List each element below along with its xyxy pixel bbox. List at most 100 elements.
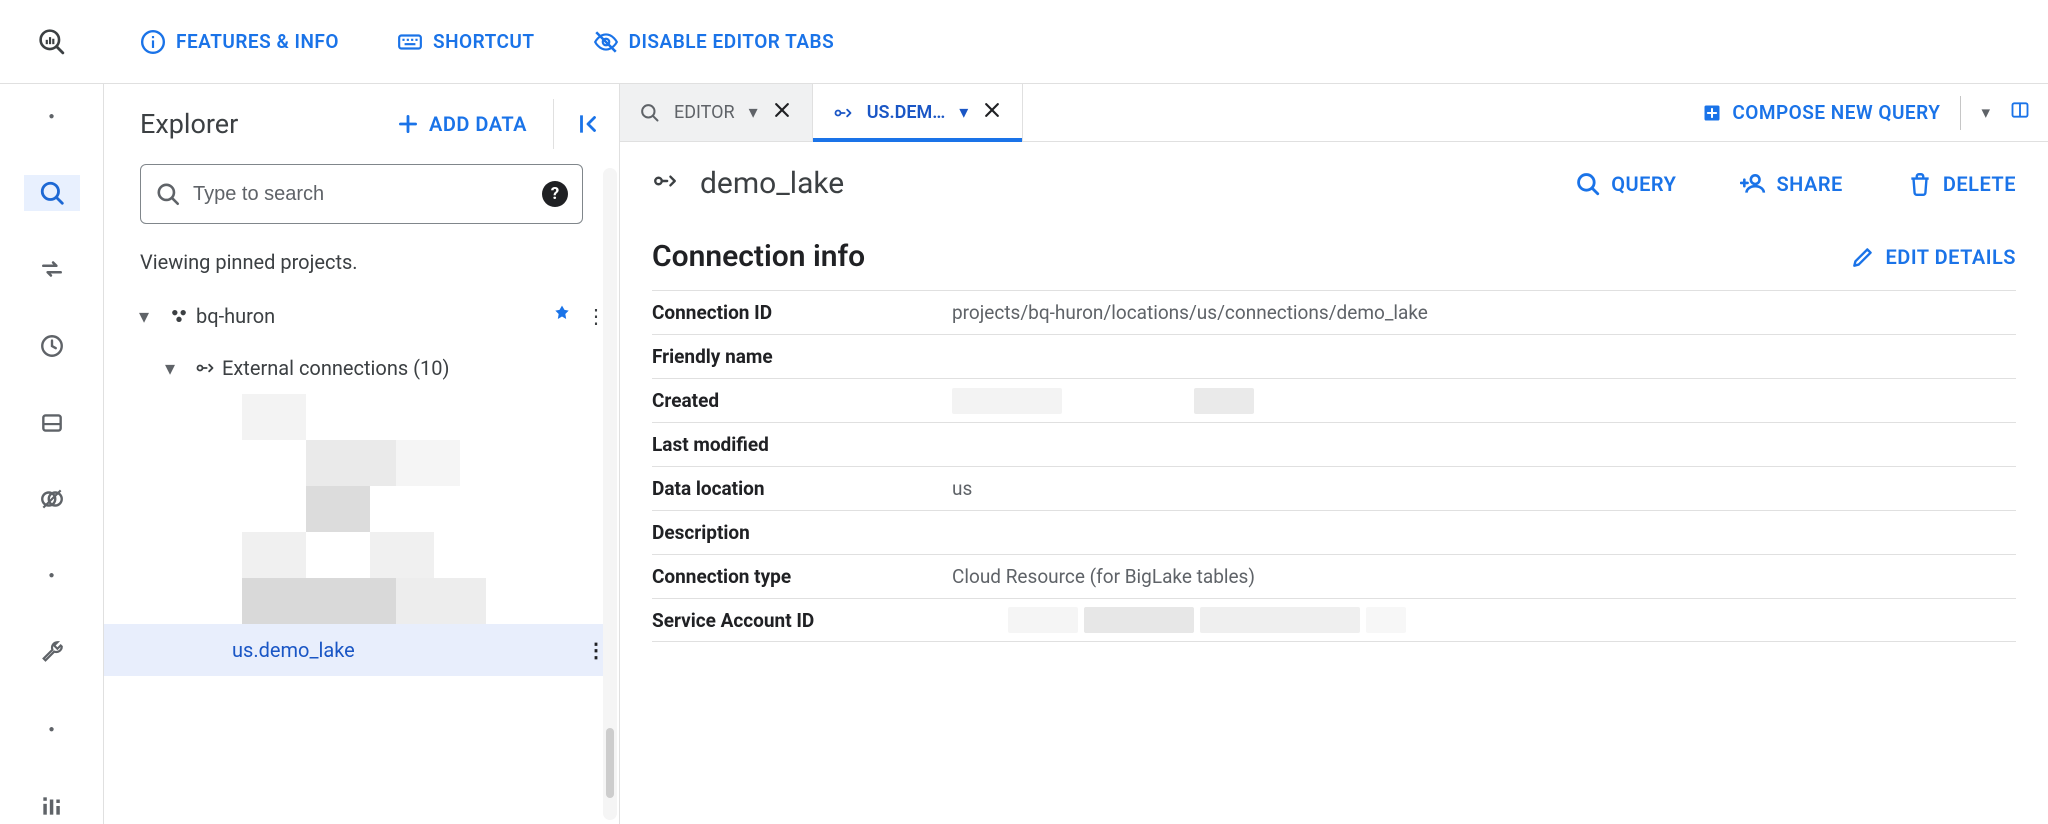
shortcut-label: SHORTCUT	[433, 30, 535, 53]
info-val	[952, 607, 1406, 633]
rail-item-dot[interactable]: ●	[24, 98, 80, 135]
rail-item-history[interactable]	[24, 328, 80, 365]
resource-header: demo_lake QUERY SHARE DELETE	[620, 142, 2048, 215]
server-icon	[39, 410, 65, 436]
compose-new-query-button[interactable]: COMPOSE NEW QUERY	[1702, 101, 1940, 124]
keyboard-icon	[397, 29, 423, 55]
info-val	[952, 388, 1254, 414]
collapse-explorer-button[interactable]	[553, 99, 603, 149]
chevron-down-icon[interactable]: ▾	[152, 356, 188, 380]
connection-icon	[188, 358, 222, 378]
swap-horiz-icon	[39, 256, 65, 282]
tab-list-dropdown[interactable]: ▾	[1981, 103, 1990, 123]
info-row: Connection ID projects/bq-huron/location…	[652, 290, 2016, 334]
info-key: Connection type	[652, 565, 952, 588]
project-node[interactable]: ▾ bq-huron ⋮	[104, 290, 613, 342]
section-title: Connection info	[652, 239, 865, 274]
chevron-down-icon[interactable]: ▾	[126, 304, 162, 328]
info-key: Service Account ID	[652, 609, 952, 632]
query-button[interactable]: QUERY	[1575, 171, 1676, 197]
bigquery-logo	[0, 29, 104, 55]
clock-icon	[39, 333, 65, 359]
info-row: Connection type Cloud Resource (for BigL…	[652, 554, 2016, 598]
info-val: us	[952, 477, 972, 500]
document-tabs: EDITOR ▾ US.DEM… ▾	[620, 84, 2048, 142]
plus-box-icon	[1702, 103, 1722, 123]
tab-connection-label: US.DEM…	[867, 102, 946, 123]
close-icon[interactable]	[982, 100, 1002, 125]
rail-item-bars[interactable]	[24, 787, 80, 824]
edit-details-label: EDIT DETAILS	[1886, 245, 2016, 269]
search-icon	[155, 181, 181, 207]
search-icon	[1575, 171, 1601, 197]
split-pane-icon[interactable]	[2010, 100, 2030, 125]
bars-icon	[39, 793, 65, 819]
info-key: Data location	[652, 477, 952, 500]
rail-item-slots[interactable]	[24, 404, 80, 441]
info-val: projects/bq-huron/locations/us/connectio…	[952, 301, 1428, 324]
edit-details-button[interactable]: EDIT DETAILS	[1850, 244, 2016, 270]
disable-editor-tabs-button[interactable]: DISABLE EDITOR TABS	[593, 29, 835, 55]
external-connections-label: External connections (10)	[222, 356, 613, 380]
compose-label: COMPOSE NEW QUERY	[1732, 101, 1940, 124]
info-val: Cloud Resource (for BigLake tables)	[952, 565, 1255, 588]
disable-editor-tabs-label: DISABLE EDITOR TABS	[629, 30, 835, 53]
rail-item-dot-3[interactable]: ●	[24, 711, 80, 748]
top-toolbar: FEATURES & INFO SHORTCUT DISABLE EDITOR …	[0, 0, 2048, 84]
explorer-scrollbar[interactable]	[603, 168, 617, 820]
explorer-status: Viewing pinned projects.	[104, 236, 619, 290]
features-info-button[interactable]: FEATURES & INFO	[140, 29, 339, 55]
query-label: QUERY	[1611, 172, 1676, 196]
close-icon[interactable]	[772, 100, 792, 125]
info-key: Description	[652, 521, 952, 544]
venn-icon	[39, 486, 65, 512]
connection-icon	[652, 168, 678, 199]
info-row: Last modified	[652, 422, 2016, 466]
info-row: Service Account ID	[652, 598, 2016, 642]
tab-connection[interactable]: US.DEM… ▾	[813, 84, 1024, 141]
project-label: bq-huron	[196, 304, 545, 328]
plus-icon	[395, 111, 421, 137]
search-input[interactable]	[193, 183, 530, 206]
rail-item-search[interactable]	[24, 175, 80, 212]
search-box[interactable]: ?	[140, 164, 583, 224]
rail-item-transfers[interactable]	[24, 251, 80, 288]
info-key: Created	[652, 389, 952, 412]
wrench-icon	[39, 639, 65, 665]
tab-editor-label: EDITOR	[674, 102, 735, 123]
info-row: Friendly name	[652, 334, 2016, 378]
share-button[interactable]: SHARE	[1740, 171, 1842, 197]
add-data-button[interactable]: ADD DATA	[395, 111, 527, 137]
person-add-icon	[1740, 171, 1766, 197]
rail-item-dot-2[interactable]: ●	[24, 558, 80, 595]
tab-dropdown-icon[interactable]: ▾	[749, 102, 758, 123]
rail-item-biengine[interactable]	[24, 481, 80, 518]
delete-button[interactable]: DELETE	[1907, 171, 2016, 197]
rail-item-settings[interactable]	[24, 634, 80, 671]
query-icon	[640, 103, 660, 123]
connection-item-selected[interactable]: us.demo_lake ⋮	[104, 624, 613, 676]
info-row: Data location us	[652, 466, 2016, 510]
info-row: Description	[652, 510, 2016, 554]
pencil-icon	[1850, 244, 1876, 270]
content-panel: EDITOR ▾ US.DEM… ▾	[620, 84, 2048, 824]
external-connections-node[interactable]: ▾ External connections (10)	[104, 342, 613, 394]
tab-dropdown-icon[interactable]: ▾	[959, 102, 968, 123]
eye-off-icon	[593, 29, 619, 55]
shortcut-button[interactable]: SHORTCUT	[397, 29, 535, 55]
project-icon	[162, 306, 196, 326]
magnifier-bar-icon	[39, 29, 65, 55]
add-data-label: ADD DATA	[429, 112, 527, 136]
search-icon	[39, 180, 65, 206]
explorer-title: Explorer	[140, 108, 238, 140]
info-icon	[140, 29, 166, 55]
trash-icon	[1907, 171, 1933, 197]
help-icon[interactable]: ?	[542, 181, 568, 207]
share-label: SHARE	[1776, 172, 1842, 196]
tab-editor[interactable]: EDITOR ▾	[620, 84, 813, 141]
pin-icon[interactable]	[545, 304, 579, 329]
explorer-panel: Explorer ADD DATA ? Viewing pinned proje…	[104, 84, 620, 824]
features-info-label: FEATURES & INFO	[176, 30, 339, 53]
info-key: Connection ID	[652, 301, 952, 324]
scrollbar-thumb[interactable]	[606, 728, 614, 798]
